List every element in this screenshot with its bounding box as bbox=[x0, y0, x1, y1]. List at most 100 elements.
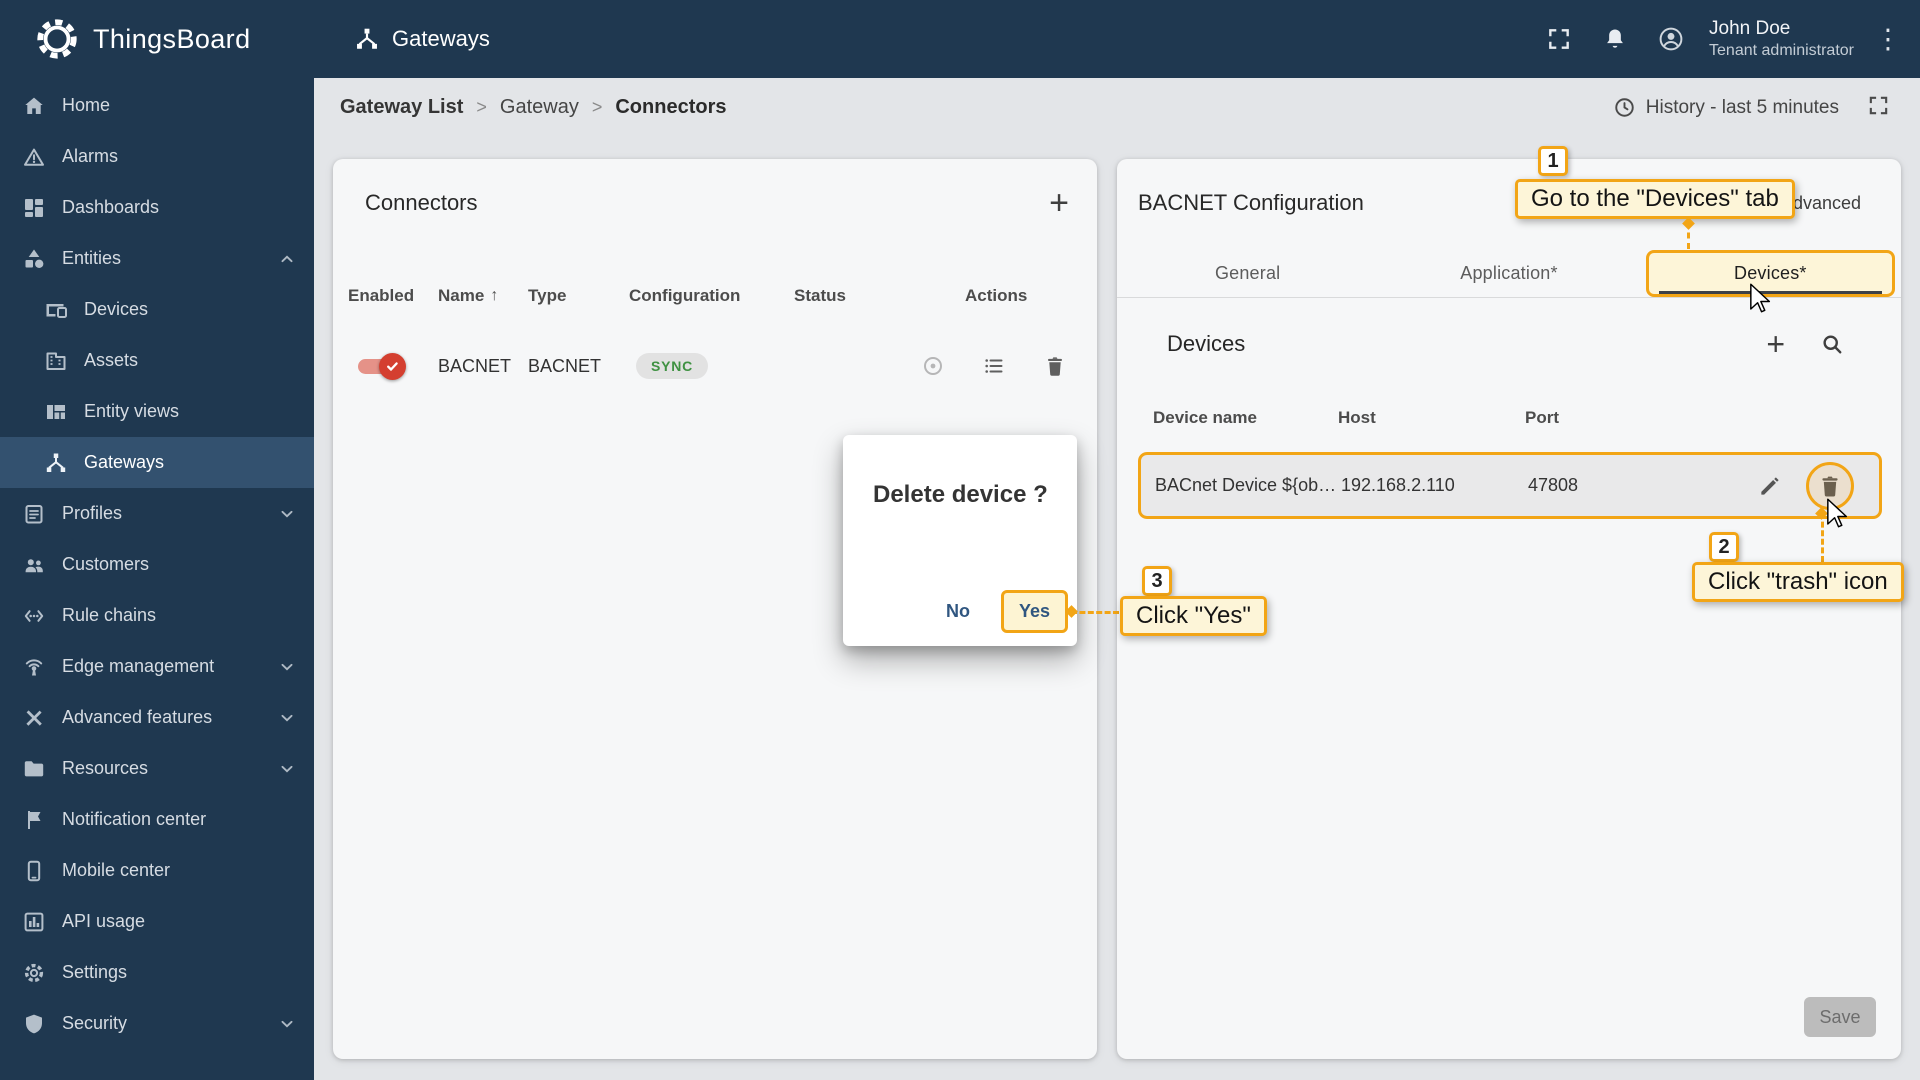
sidebar: Home Alarms Dashboards Entities Devices … bbox=[0, 78, 314, 1080]
save-button[interactable]: Save bbox=[1804, 997, 1876, 1037]
folder-icon bbox=[22, 757, 46, 781]
dialog-no-button[interactable]: No bbox=[931, 591, 985, 632]
user-info: John Doe Tenant administrator bbox=[1709, 17, 1854, 61]
clock-icon bbox=[1613, 96, 1636, 119]
entity-views-icon bbox=[44, 400, 68, 424]
page-title-label: Gateways bbox=[392, 26, 490, 52]
sidebar-item-mobile-center[interactable]: Mobile center bbox=[0, 845, 314, 896]
sidebar-item-home[interactable]: Home bbox=[0, 80, 314, 131]
sidebar-item-notification-center[interactable]: Notification center bbox=[0, 794, 314, 845]
sidebar-item-gateways[interactable]: Gateways bbox=[0, 437, 314, 488]
sidebar-item-profiles[interactable]: Profiles bbox=[0, 488, 314, 539]
device-name: BACnet Device ${ob… bbox=[1155, 475, 1341, 496]
rpc-icon[interactable] bbox=[921, 354, 945, 378]
sidebar-item-api-usage[interactable]: API usage bbox=[0, 896, 314, 947]
chevron-down-icon bbox=[276, 707, 298, 729]
gateways-hub-icon bbox=[354, 26, 380, 52]
app-window: ThingsBoard Gateways John Doe Tenant adm… bbox=[0, 0, 1920, 1080]
breadcrumb-bar: Gateway List > Gateway > Connectors Hist… bbox=[314, 78, 1920, 137]
breadcrumb-gateway-list[interactable]: Gateway List bbox=[340, 96, 463, 119]
chart-icon bbox=[22, 910, 46, 934]
sidebar-item-entities[interactable]: Entities bbox=[0, 233, 314, 284]
breadcrumb-separator: > bbox=[476, 97, 487, 118]
connectors-table-header: Enabled Name↑ Type Configuration Status … bbox=[333, 274, 1097, 318]
tab-application[interactable]: Application* bbox=[1378, 250, 1639, 297]
annotation-step1-box: Go to the "Devices" tab bbox=[1515, 179, 1795, 219]
check-icon bbox=[385, 359, 400, 374]
dialog-yes-button[interactable]: Yes bbox=[1001, 590, 1068, 633]
sidebar-item-edge-management[interactable]: Edge management bbox=[0, 641, 314, 692]
user-avatar[interactable] bbox=[1647, 15, 1695, 63]
sidebar-item-rule-chains[interactable]: Rule chains bbox=[0, 590, 314, 641]
delete-connector-trash-icon[interactable] bbox=[1043, 354, 1067, 378]
annotation-step3-box: Click "Yes" bbox=[1120, 596, 1267, 636]
connector-name: BACNET bbox=[438, 356, 528, 377]
chevron-down-icon bbox=[276, 758, 298, 780]
chevron-down-icon bbox=[276, 1013, 298, 1035]
annotation-step3-badge: 3 bbox=[1142, 566, 1172, 596]
devices-table-header: Device name Host Port bbox=[1117, 397, 1901, 439]
expand-fullscreen-icon[interactable] bbox=[1867, 94, 1890, 122]
breadcrumb: Gateway List > Gateway > Connectors bbox=[340, 96, 726, 119]
sidebar-item-entity-views[interactable]: Entity views bbox=[0, 386, 314, 437]
sidebar-item-resources[interactable]: Resources bbox=[0, 743, 314, 794]
cursor-pointer-icon bbox=[1749, 283, 1771, 313]
sidebar-item-dashboards[interactable]: Dashboards bbox=[0, 182, 314, 233]
history-range-button[interactable]: History - last 5 minutes bbox=[1613, 96, 1839, 119]
add-connector-button[interactable]: + bbox=[1049, 185, 1069, 221]
configuration-sync-chip: SYNC bbox=[636, 353, 708, 379]
column-host: Host bbox=[1338, 408, 1525, 428]
search-icon[interactable] bbox=[1819, 331, 1845, 357]
brand[interactable]: ThingsBoard bbox=[0, 16, 314, 62]
device-actions bbox=[1757, 473, 1843, 499]
kebab-menu-icon[interactable]: ⋮ bbox=[1870, 24, 1906, 55]
breadcrumb-connectors: Connectors bbox=[615, 96, 726, 119]
chevron-down-icon bbox=[276, 656, 298, 678]
sidebar-item-alarms[interactable]: Alarms bbox=[0, 131, 314, 182]
column-device-name: Device name bbox=[1153, 408, 1338, 428]
device-port: 47808 bbox=[1528, 475, 1578, 496]
cursor-pointer-icon bbox=[1826, 498, 1848, 528]
logs-list-icon[interactable] bbox=[982, 354, 1006, 378]
user-role: Tenant administrator bbox=[1709, 41, 1854, 61]
sidebar-item-assets[interactable]: Assets bbox=[0, 335, 314, 386]
delete-device-trash-highlight bbox=[1817, 473, 1843, 499]
device-row-bacnet[interactable]: BACnet Device ${ob… 192.168.2.110 47808 bbox=[1138, 452, 1882, 519]
breadcrumb-gateway[interactable]: Gateway bbox=[500, 96, 579, 119]
annotation-connector-line bbox=[1821, 513, 1824, 562]
column-type: Type bbox=[528, 286, 629, 306]
breadcrumb-separator: > bbox=[592, 97, 603, 118]
devices-icon bbox=[44, 298, 68, 322]
fullscreen-icon[interactable] bbox=[1535, 15, 1583, 63]
sidebar-item-advanced-features[interactable]: Advanced features bbox=[0, 692, 314, 743]
column-port: Port bbox=[1525, 408, 1882, 428]
flag-icon bbox=[22, 808, 46, 832]
sort-asc-icon: ↑ bbox=[490, 287, 498, 305]
sidebar-item-devices[interactable]: Devices bbox=[0, 284, 314, 335]
edit-pencil-icon[interactable] bbox=[1757, 473, 1783, 499]
user-name: John Doe bbox=[1709, 17, 1854, 41]
sidebar-item-security[interactable]: Security bbox=[0, 998, 314, 1049]
column-status: Status bbox=[794, 286, 965, 306]
rule-chains-icon bbox=[22, 604, 46, 628]
delete-device-trash-icon[interactable] bbox=[1817, 473, 1843, 499]
column-name[interactable]: Name↑ bbox=[438, 286, 528, 306]
annotation-step2-badge: 2 bbox=[1709, 532, 1739, 562]
column-actions: Actions bbox=[965, 286, 1067, 306]
sidebar-item-customers[interactable]: Customers bbox=[0, 539, 314, 590]
advanced-features-tools-icon bbox=[22, 706, 46, 730]
delete-device-dialog: Delete device ? No Yes bbox=[843, 435, 1077, 646]
connectors-title: Connectors bbox=[365, 185, 478, 221]
column-enabled: Enabled bbox=[348, 286, 438, 306]
customers-icon bbox=[22, 553, 46, 577]
chevron-up-icon bbox=[276, 248, 298, 270]
connector-enabled-toggle[interactable] bbox=[358, 357, 404, 376]
sidebar-item-settings[interactable]: Settings bbox=[0, 947, 314, 998]
notifications-bell-icon[interactable] bbox=[1591, 15, 1639, 63]
tab-general[interactable]: General bbox=[1117, 250, 1378, 297]
connector-type: BACNET bbox=[528, 356, 629, 377]
devices-section-header: Devices + bbox=[1117, 298, 1901, 397]
add-device-button[interactable]: + bbox=[1766, 329, 1785, 359]
annotation-step2-box: Click "trash" icon bbox=[1692, 562, 1904, 602]
connector-row-bacnet[interactable]: BACNET BACNET SYNC bbox=[333, 333, 1097, 399]
